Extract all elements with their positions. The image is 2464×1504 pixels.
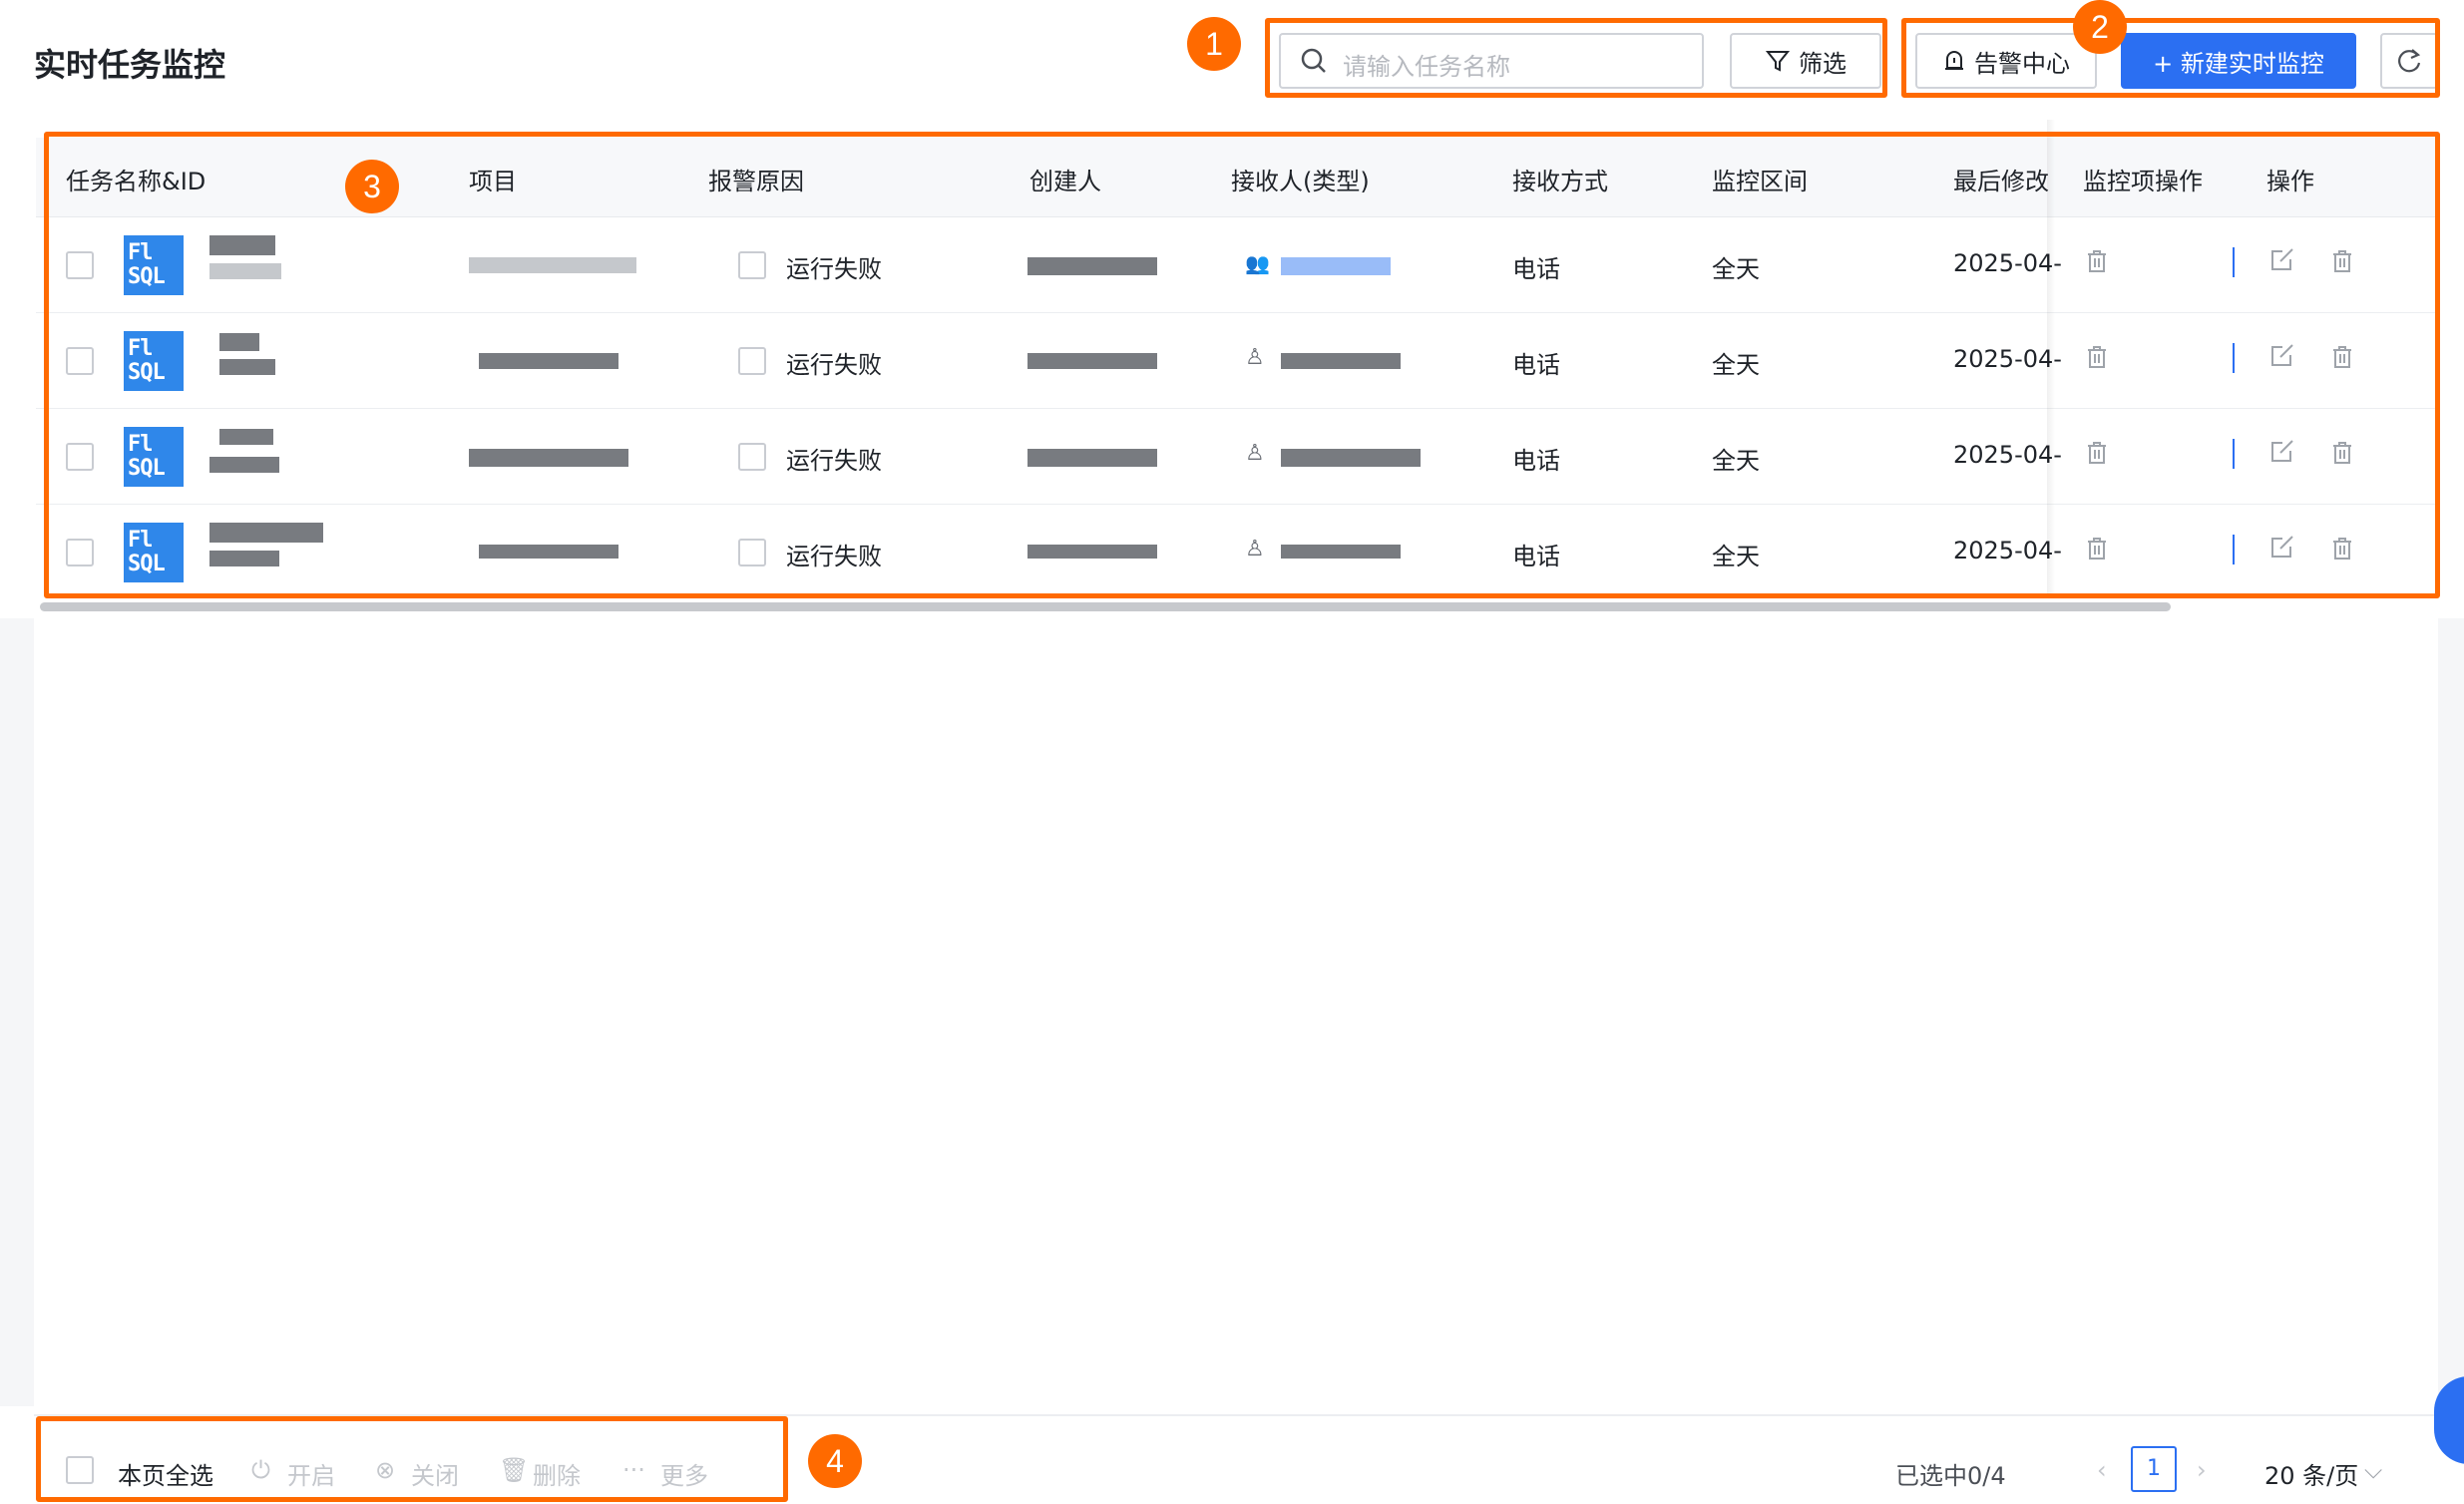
annotation-box-4 — [36, 1416, 788, 1502]
annotation-badge-3: 3 — [345, 160, 399, 213]
annotation-box-1 — [1265, 18, 1887, 98]
page-title: 实时任务监控 — [34, 46, 226, 84]
page-gutter-left — [0, 618, 34, 1406]
annotation-badge-2: 2 — [2073, 0, 2127, 54]
annotation-box-2 — [1901, 18, 2440, 98]
page-gutter-right — [2438, 618, 2464, 1406]
prev-page-icon[interactable]: ‹ — [2097, 1456, 2107, 1484]
annotation-badge-4: 4 — [808, 1434, 862, 1488]
selected-count: 已选中0/4 — [1895, 1462, 2006, 1490]
chevron-down-icon[interactable]: ⌵ — [2364, 1456, 2382, 1484]
page-size-select[interactable]: 20 条/页 — [2264, 1456, 2358, 1491]
page-number-current[interactable]: 1 — [2131, 1446, 2177, 1492]
annotation-box-3 — [44, 132, 2440, 598]
next-page-icon[interactable]: › — [2197, 1456, 2207, 1484]
annotation-badge-1: 1 — [1187, 17, 1241, 71]
horizontal-scrollbar[interactable] — [40, 602, 2171, 611]
